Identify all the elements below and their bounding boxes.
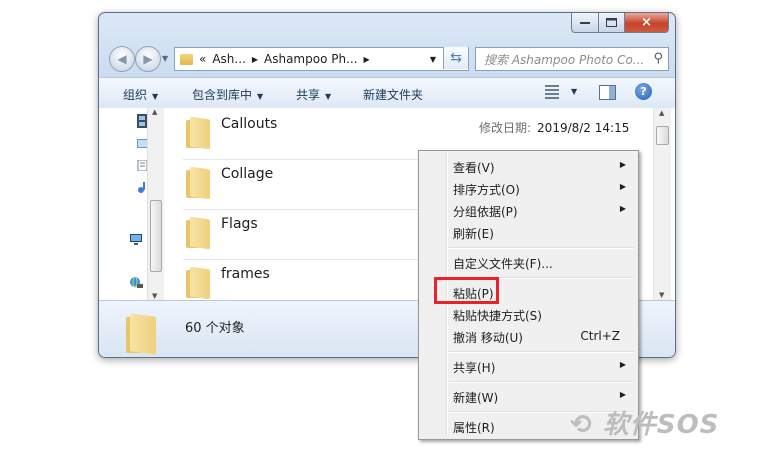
organize-menu[interactable]: 组织 ▼ bbox=[123, 86, 158, 103]
file-name: Collage bbox=[221, 166, 274, 182]
forward-button[interactable]: ▶ bbox=[135, 46, 161, 72]
menu-item-label: 查看(V) bbox=[453, 161, 495, 175]
command-bar: 组织 ▼ 包含到库中 ▼ 共享 ▼ 新建文件夹 ▼ ? bbox=[99, 77, 675, 109]
search-input[interactable]: 搜索 Ashampoo Photo Co... ⚲ bbox=[475, 47, 669, 71]
window-controls: × bbox=[571, 13, 669, 33]
chevron-down-icon[interactable]: ▼ bbox=[571, 87, 577, 96]
scroll-up-icon[interactable]: ▲ bbox=[152, 108, 157, 116]
file-name: Flags bbox=[221, 216, 258, 232]
menu-item-label: 分组依据(P) bbox=[453, 205, 518, 219]
navigation-row: ◀ ▶ ▼ « Ash... ▶ Ashampoo Ph... ▶ ▼ ⇆ 搜索… bbox=[99, 43, 675, 75]
chevron-right-icon: ▶ bbox=[619, 182, 626, 191]
close-button[interactable]: × bbox=[625, 13, 669, 33]
video-library-icon[interactable] bbox=[137, 114, 147, 128]
scrollbar-thumb[interactable] bbox=[150, 200, 162, 272]
folder-icon bbox=[186, 166, 210, 200]
view-options-icon[interactable] bbox=[545, 85, 559, 99]
chevron-right-icon: ▶ bbox=[619, 160, 626, 169]
chevron-right-icon: ▶ bbox=[619, 390, 626, 399]
help-icon[interactable]: ? bbox=[635, 83, 652, 100]
file-name: frames bbox=[221, 266, 270, 282]
recent-pages-dropdown[interactable]: ▼ bbox=[162, 54, 168, 63]
scroll-down-icon[interactable]: ▼ bbox=[659, 291, 664, 299]
refresh-button[interactable]: ⇆ bbox=[443, 47, 468, 69]
menu-separator bbox=[449, 381, 634, 383]
menu-item-label: 属性(R) bbox=[453, 421, 495, 435]
menu-item-shortcut: Ctrl+Z bbox=[580, 329, 620, 343]
menu-item-undo-move[interactable]: 撤消 移动(U) Ctrl+Z bbox=[421, 325, 634, 347]
include-in-library-menu[interactable]: 包含到库中 ▼ bbox=[192, 86, 263, 103]
address-dropdown[interactable]: ▼ bbox=[430, 55, 436, 64]
modified-date-value: 2019/8/2 14:15 bbox=[537, 121, 630, 135]
organize-label: 组织 bbox=[123, 88, 148, 102]
menu-item-sort-by[interactable]: 排序方式(O) ▶ bbox=[421, 177, 634, 199]
menu-item-group-by[interactable]: 分组依据(P) ▶ bbox=[421, 199, 634, 221]
file-list-scrollbar[interactable]: ▲ ▼ bbox=[653, 108, 671, 300]
menu-item-view[interactable]: 查看(V) ▶ bbox=[421, 155, 634, 177]
modified-date: 修改日期: 2019/8/2 14:15 bbox=[479, 119, 629, 136]
back-button[interactable]: ◀ bbox=[109, 46, 135, 72]
chevron-right-icon[interactable]: ▶ bbox=[252, 55, 258, 64]
scroll-up-icon[interactable]: ▲ bbox=[659, 109, 664, 117]
menu-item-paste-shortcut[interactable]: 粘贴快捷方式(S) bbox=[421, 303, 634, 325]
new-folder-button[interactable]: 新建文件夹 bbox=[363, 86, 423, 103]
back-arrow-icon: ◀ bbox=[117, 52, 127, 66]
watermark-logo: ⟲ 软件SOS bbox=[570, 410, 720, 440]
maximize-icon bbox=[606, 18, 617, 27]
computer-icon[interactable] bbox=[129, 234, 143, 246]
minimize-icon bbox=[580, 21, 590, 24]
menu-item-share-with[interactable]: 共享(H) ▶ bbox=[421, 355, 634, 377]
refresh-icon: ⇆ bbox=[450, 50, 462, 66]
breadcrumb-item[interactable]: Ash... bbox=[212, 52, 246, 66]
folder-icon bbox=[126, 313, 158, 355]
menu-item-label: 粘贴快捷方式(S) bbox=[453, 309, 542, 323]
breadcrumb-item[interactable]: Ashampoo Ph... bbox=[264, 52, 358, 66]
folder-icon bbox=[186, 216, 210, 250]
paste-highlight-box bbox=[434, 277, 499, 304]
file-name: Callouts bbox=[221, 116, 278, 132]
menu-item-label: 新建(W) bbox=[453, 391, 499, 405]
menu-item-label: 共享(H) bbox=[453, 361, 496, 375]
watermark-text: 软件SOS bbox=[602, 410, 720, 440]
scrollbar-thumb[interactable] bbox=[656, 126, 669, 145]
folder-icon bbox=[186, 266, 210, 300]
scroll-down-icon[interactable]: ▼ bbox=[152, 292, 157, 300]
close-icon: × bbox=[641, 15, 652, 30]
chevron-down-icon: ▼ bbox=[152, 92, 159, 101]
item-count: 60 个对象 bbox=[185, 321, 245, 336]
address-bar[interactable]: « Ash... ▶ Ashampoo Ph... ▶ ▼ ⇆ bbox=[174, 47, 469, 71]
preview-pane-icon[interactable] bbox=[599, 85, 616, 100]
menu-separator bbox=[449, 247, 634, 249]
breadcrumb-overflow[interactable]: « bbox=[199, 52, 206, 66]
chevron-right-icon: ▶ bbox=[619, 204, 626, 213]
modified-date-label: 修改日期: bbox=[479, 121, 532, 135]
include-in-library-label: 包含到库中 bbox=[192, 88, 253, 102]
minimize-button[interactable] bbox=[571, 13, 599, 33]
chevron-right-icon: ▶ bbox=[619, 360, 626, 369]
folder-icon bbox=[180, 53, 193, 65]
chevron-right-icon[interactable]: ▶ bbox=[364, 55, 370, 64]
menu-item-refresh[interactable]: 刷新(E) bbox=[421, 221, 634, 243]
navigation-pane[interactable]: ▲ ▼ bbox=[99, 108, 164, 300]
forward-arrow-icon: ▶ bbox=[143, 52, 153, 66]
chevron-down-icon: ▼ bbox=[325, 92, 332, 101]
menu-item-label: 排序方式(O) bbox=[453, 183, 520, 197]
menu-item-customize-folder[interactable]: 自定义文件夹(F)... bbox=[421, 251, 634, 273]
network-icon[interactable] bbox=[129, 276, 143, 289]
menu-item-label: 撤消 移动(U) bbox=[453, 331, 523, 345]
search-placeholder: 搜索 Ashampoo Photo Co... bbox=[484, 52, 644, 67]
chevron-down-icon: ▼ bbox=[257, 92, 264, 101]
share-menu[interactable]: 共享 ▼ bbox=[296, 86, 331, 103]
navigation-pane-scrollbar[interactable]: ▲ ▼ bbox=[147, 108, 164, 300]
folder-icon bbox=[186, 116, 210, 150]
menu-separator bbox=[449, 351, 634, 353]
menu-item-label: 刷新(E) bbox=[453, 227, 494, 241]
maximize-button[interactable] bbox=[599, 13, 625, 33]
menu-item-label: 自定义文件夹(F)... bbox=[453, 257, 553, 271]
share-label: 共享 bbox=[296, 88, 321, 102]
search-icon[interactable]: ⚲ bbox=[653, 51, 663, 66]
